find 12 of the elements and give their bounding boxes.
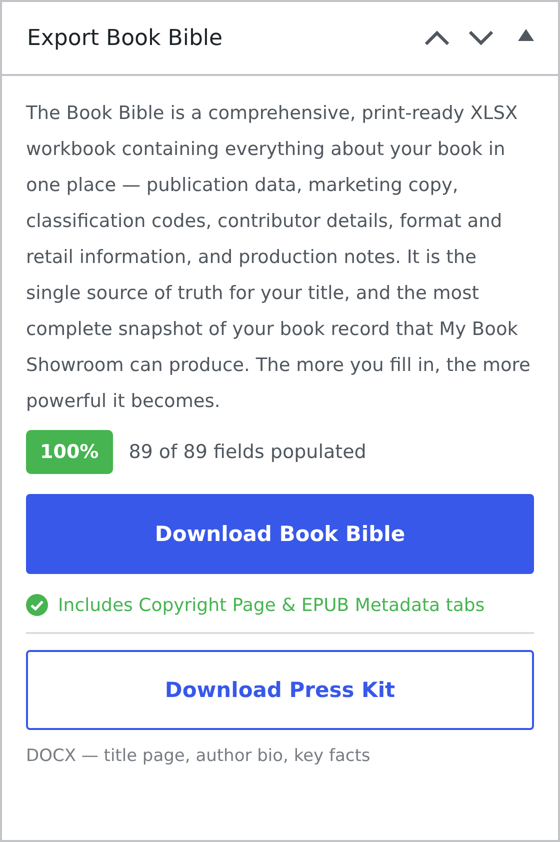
move-down-icon[interactable] — [468, 30, 494, 46]
collapse-icon[interactable] — [518, 29, 534, 41]
includes-note: Includes Copyright Page & EPUB Metadata tabs — [58, 594, 485, 616]
fields-summary: 89 of 89 fields populated — [128, 441, 366, 463]
completeness-badge: 100% — [26, 430, 113, 474]
download-press-kit-button[interactable]: Download Press Kit — [26, 650, 534, 730]
panel-title: Export Book Bible — [27, 26, 223, 50]
download-book-bible-button[interactable]: Download Book Bible — [26, 494, 534, 574]
description: The Book Bible is a comprehensive, print-ready XLSX workbook containing everything about your book in one place — publication data, marketing copy, classification codes, contributor details, format and retail information, and production notes. It is the single source of truth for your title, and the most complete snapshot of your book record that My Book Showroom can produce. The more you fill in, the more powerful it becomes. — [26, 102, 532, 414]
check-circle-icon — [26, 594, 48, 616]
press-kit-note: DOCX — title page, author bio, key facts — [26, 746, 372, 766]
move-up-icon[interactable] — [424, 30, 450, 46]
